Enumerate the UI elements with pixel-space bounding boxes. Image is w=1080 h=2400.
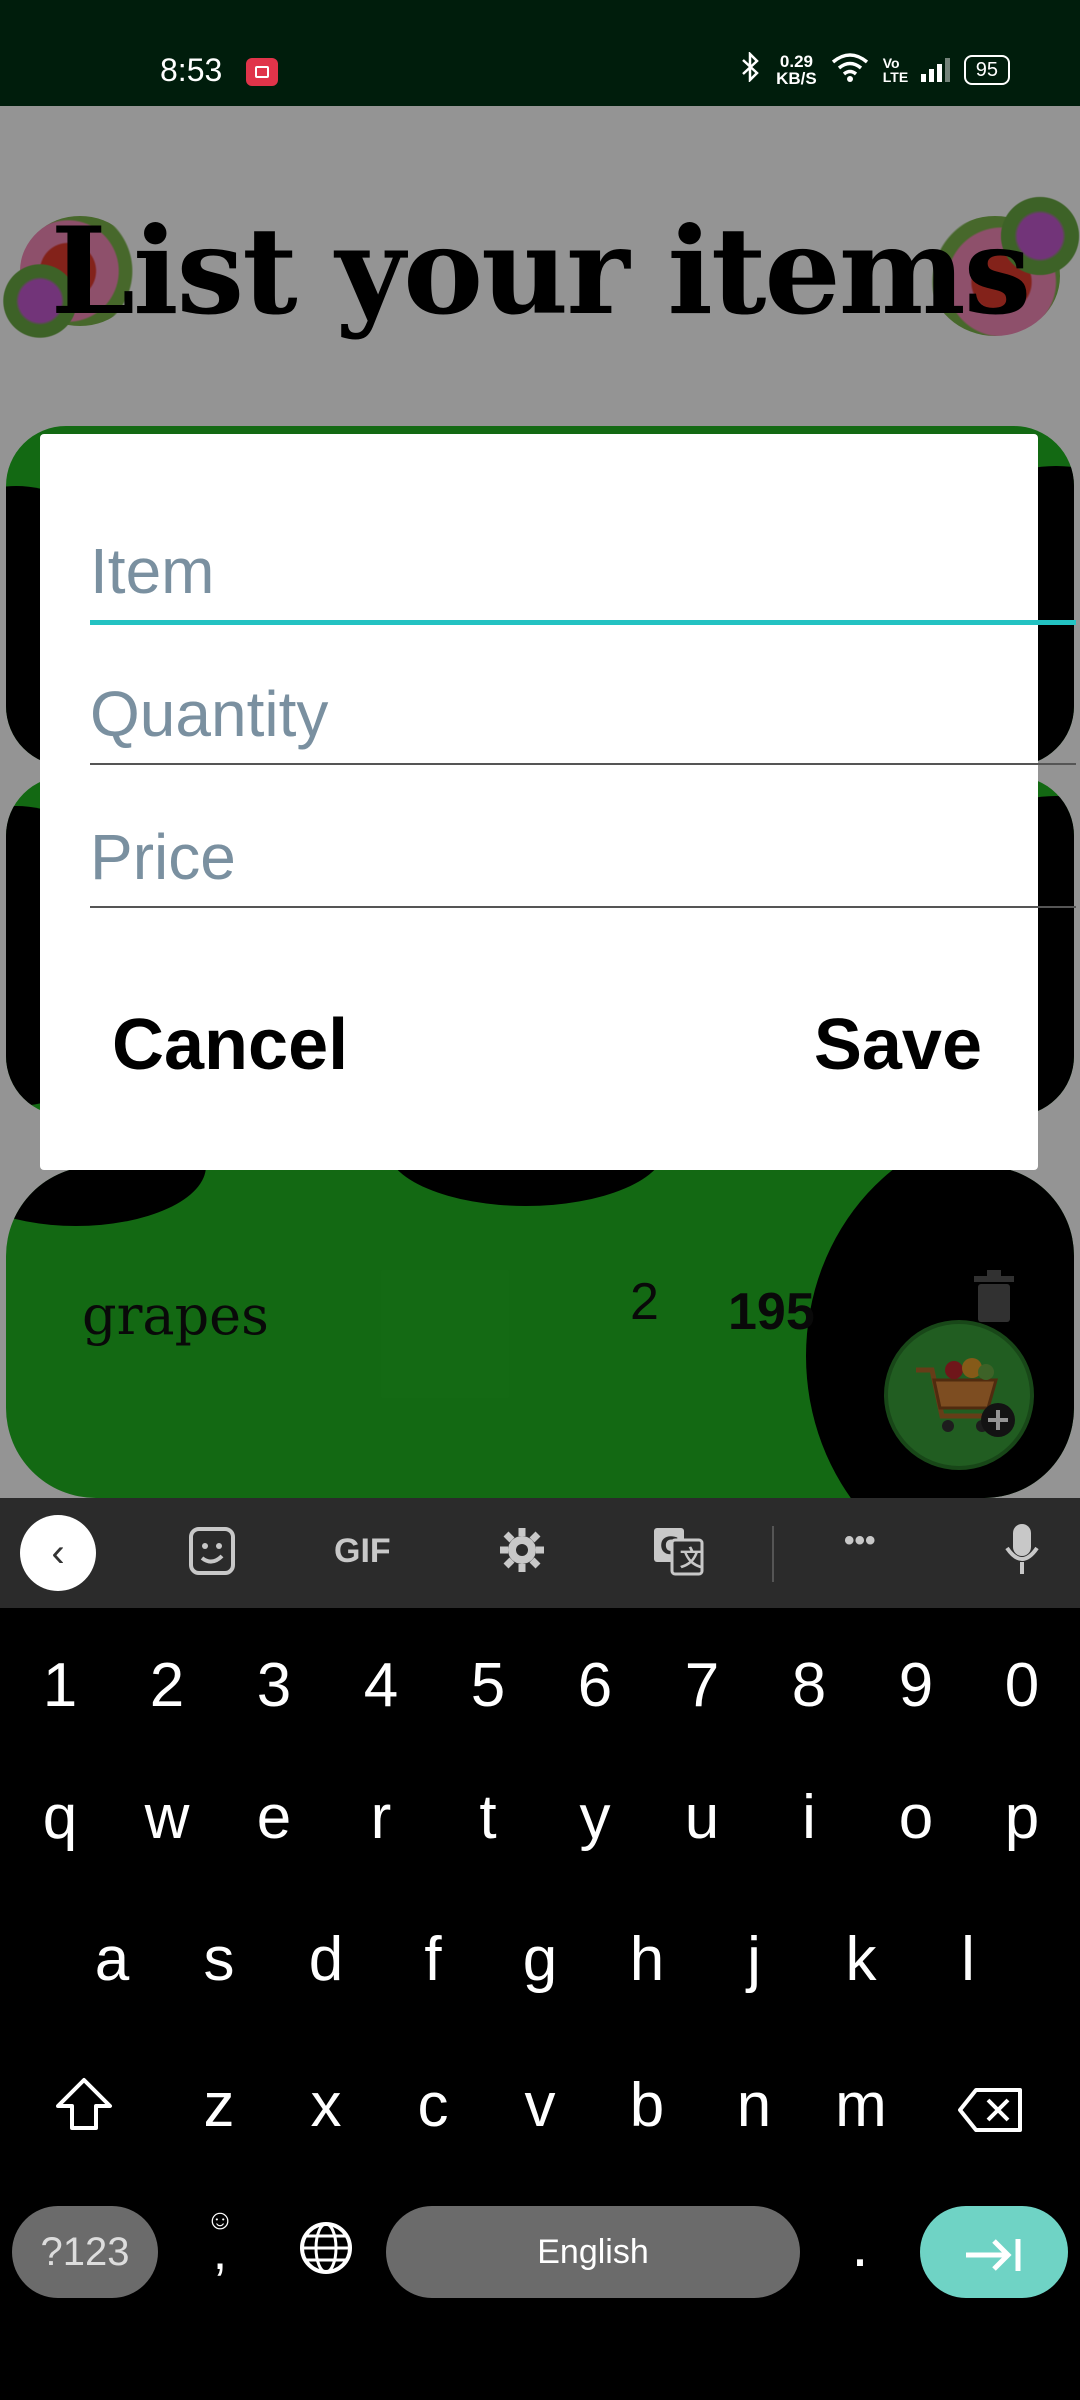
volte-label: Vo LTE [882, 55, 909, 85]
next-field-key[interactable] [920, 2206, 1068, 2298]
add-item-dialog: Cancel Save [40, 434, 1076, 1170]
microphone-icon[interactable] [1004, 1522, 1040, 1587]
status-time: 8:53 [160, 52, 223, 88]
key-j[interactable]: j [704, 1924, 804, 1995]
status-icons: 0.29 KB/S Vo LTE 95 [740, 50, 1010, 88]
key-5[interactable]: 5 [438, 1650, 538, 1721]
key-b[interactable]: b [597, 2070, 697, 2141]
key-6[interactable]: 6 [545, 1650, 645, 1721]
key-4[interactable]: 4 [331, 1650, 431, 1721]
status-bar: 8:53 0.29 KB/S Vo LTE 95 [0, 0, 1080, 106]
period-key[interactable]: . [810, 2210, 910, 2281]
key-y[interactable]: y [545, 1782, 645, 1853]
keyboard-toolbar: ‹ GIF G文 ••• [0, 1498, 1080, 1608]
key-9[interactable]: 9 [866, 1650, 966, 1721]
key-v[interactable]: v [490, 2070, 590, 2141]
tab-arrow-icon [966, 2239, 1021, 2272]
key-q[interactable]: q [10, 1782, 110, 1853]
key-x[interactable]: x [276, 2070, 376, 2141]
key-1[interactable]: 1 [10, 1650, 110, 1721]
gear-icon[interactable] [498, 1526, 546, 1583]
symbols-key[interactable]: ?123 [12, 2206, 158, 2298]
price-input-underline [90, 906, 1076, 908]
key-i[interactable]: i [759, 1782, 859, 1853]
key-n[interactable]: n [704, 2070, 804, 2141]
key-p[interactable]: p [972, 1782, 1072, 1853]
network-speed-value: 0.29 [779, 52, 813, 71]
key-2[interactable]: 2 [117, 1650, 217, 1721]
emoji-comma-key[interactable]: ☺ , [170, 2204, 270, 2278]
key-o[interactable]: o [866, 1782, 966, 1853]
quantity-input[interactable] [90, 677, 1076, 751]
globe-icon[interactable] [276, 2220, 376, 2291]
key-m[interactable]: m [811, 2070, 911, 2141]
comma-label: , [212, 2223, 228, 2281]
key-d[interactable]: d [276, 1924, 376, 1995]
key-c[interactable]: c [383, 2070, 483, 2141]
svg-text:文: 文 [680, 1546, 703, 1572]
sticker-icon[interactable] [188, 1526, 236, 1585]
key-l[interactable]: l [918, 1924, 1018, 1995]
soft-keyboard: ‹ GIF G文 ••• 1 2 3 4 5 6 7 8 9 0 q w e r… [0, 1498, 1080, 2400]
screen-record-icon [246, 58, 278, 86]
price-field [90, 820, 1076, 908]
key-g[interactable]: g [490, 1924, 590, 1995]
key-t[interactable]: t [438, 1782, 538, 1853]
key-w[interactable]: w [117, 1782, 217, 1853]
network-speed: 0.29 KB/S [776, 53, 817, 87]
translate-icon[interactable]: G文 [652, 1526, 704, 1585]
battery-indicator: 95 [963, 55, 1010, 85]
item-input-underline [90, 620, 1076, 625]
key-7[interactable]: 7 [652, 1650, 752, 1721]
quantity-field [90, 677, 1076, 765]
key-0[interactable]: 0 [972, 1650, 1072, 1721]
bluetooth-icon [740, 50, 762, 88]
signal-icon [920, 58, 950, 82]
space-bar[interactable]: English [386, 2206, 800, 2298]
key-r[interactable]: r [331, 1782, 431, 1853]
network-speed-unit: KB/S [776, 69, 817, 88]
item-field [90, 534, 1076, 625]
key-8[interactable]: 8 [759, 1650, 859, 1721]
key-f[interactable]: f [383, 1924, 483, 1995]
more-options-icon[interactable]: ••• [844, 1524, 876, 1558]
key-z[interactable]: z [169, 2070, 269, 2141]
chevron-left-icon[interactable]: ‹ [20, 1515, 96, 1591]
key-k[interactable]: k [811, 1924, 911, 1995]
toolbar-divider [772, 1526, 774, 1582]
item-input[interactable] [90, 534, 1076, 608]
quantity-input-underline [90, 763, 1076, 765]
save-button[interactable]: Save [814, 1004, 982, 1086]
backspace-icon[interactable] [940, 2078, 1040, 2149]
key-h[interactable]: h [597, 1924, 697, 1995]
key-s[interactable]: s [169, 1924, 269, 1995]
cancel-button[interactable]: Cancel [112, 1004, 348, 1086]
key-e[interactable]: e [224, 1782, 324, 1853]
wifi-icon [831, 52, 869, 88]
key-u[interactable]: u [652, 1782, 752, 1853]
price-input[interactable] [90, 820, 1076, 894]
key-a[interactable]: a [62, 1924, 162, 1995]
gif-button[interactable]: GIF [334, 1532, 391, 1571]
shift-icon[interactable] [34, 2076, 134, 2147]
key-3[interactable]: 3 [224, 1650, 324, 1721]
